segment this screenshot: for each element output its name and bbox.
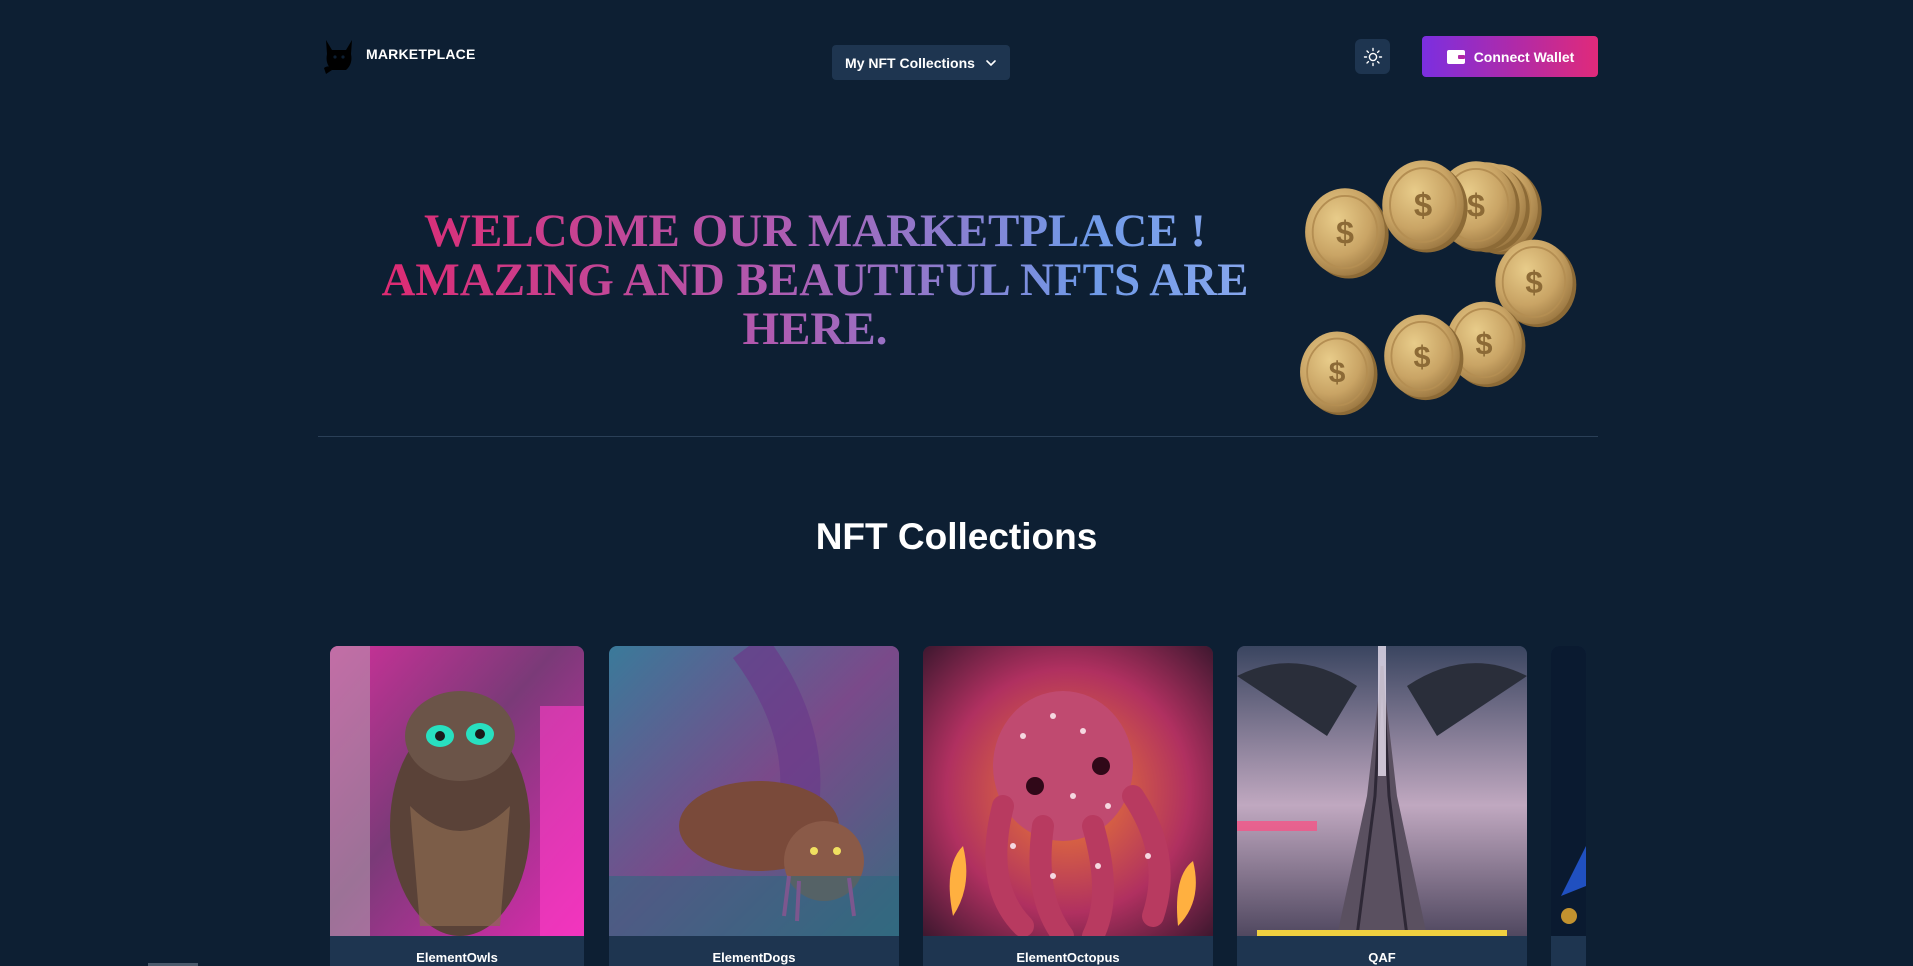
logo[interactable]: MARKETPLACE bbox=[320, 34, 476, 74]
connect-wallet-button[interactable]: Connect Wallet bbox=[1422, 36, 1598, 77]
collection-card-elementoctopus[interactable]: ElementOctopus bbox=[923, 646, 1213, 966]
collection-name: QAF bbox=[1368, 950, 1396, 965]
page: MARKETPLACE My NFT Collections Connect W… bbox=[0, 0, 1913, 966]
collection-card-partial[interactable] bbox=[1551, 646, 1586, 966]
collection-name: ElementOwls bbox=[416, 950, 498, 965]
hero-line-2: AMAZING AND BEAUTIFUL NFTS ARE bbox=[381, 254, 1249, 306]
collection-card-elementdogs[interactable]: ElementDogs bbox=[609, 646, 899, 966]
dropdown-label: My NFT Collections bbox=[845, 54, 975, 71]
collection-card-elementowls[interactable]: ElementOwls bbox=[330, 646, 584, 966]
wallet-icon bbox=[1446, 49, 1465, 64]
my-nft-collections-dropdown[interactable]: My NFT Collections bbox=[832, 45, 1010, 80]
hero-divider bbox=[318, 436, 1598, 437]
nft-image-octopus bbox=[923, 646, 1213, 936]
theme-toggle-button[interactable] bbox=[1355, 39, 1390, 74]
gold-coins-illustration: $ bbox=[1299, 159, 1578, 416]
collection-name: ElementOctopus bbox=[1016, 950, 1120, 965]
logo-text: MARKETPLACE bbox=[366, 46, 476, 62]
collection-card-qaf[interactable]: QAF bbox=[1237, 646, 1527, 966]
cat-logo-icon bbox=[324, 40, 352, 74]
connect-wallet-label: Connect Wallet bbox=[1473, 48, 1575, 65]
nft-image-partial bbox=[1551, 646, 1586, 936]
nft-image-tower bbox=[1237, 646, 1527, 936]
sun-icon bbox=[1363, 47, 1382, 66]
hero-title: WELCOME OUR MARKETPLACE ! AMAZING AND BE… bbox=[360, 207, 1270, 354]
collection-name bbox=[1551, 936, 1586, 966]
dollar-coin-icon bbox=[1299, 159, 1578, 416]
hero-line-1: WELCOME OUR MARKETPLACE ! bbox=[423, 205, 1207, 257]
nft-image-owl bbox=[330, 646, 584, 936]
nft-collections-heading: NFT Collections bbox=[815, 516, 1098, 557]
nft-image-dog bbox=[609, 646, 899, 936]
collection-name: ElementDogs bbox=[712, 950, 796, 965]
hero-line-3: HERE. bbox=[742, 303, 888, 355]
chevron-down-icon bbox=[986, 59, 996, 66]
